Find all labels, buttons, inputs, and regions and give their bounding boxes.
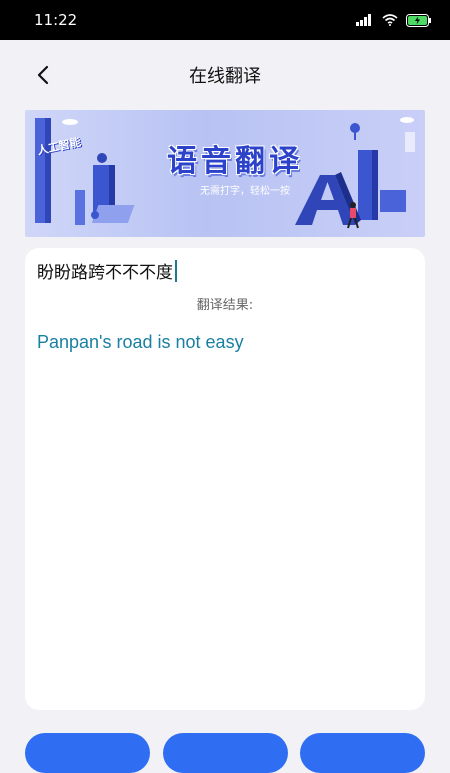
wifi-icon xyxy=(382,14,398,26)
battery-icon xyxy=(406,13,431,27)
banner-subtitle: 无需打字，轻松一按 xyxy=(200,186,290,197)
status-icons xyxy=(356,13,432,27)
chevron-left-icon xyxy=(37,65,49,85)
voice-translate-banner[interactable]: 人工智能 语音翻译 无需打字，轻松一按 xyxy=(25,110,425,237)
translation-card: 盼盼路跨不不不度 翻译结果: Panpan's road is not easy xyxy=(25,248,425,710)
text-cursor xyxy=(175,259,177,282)
result-label: 翻译结果: xyxy=(196,298,254,313)
status-time: 11:22 xyxy=(34,11,78,29)
status-bar: 11:22 xyxy=(0,0,450,40)
source-text-input[interactable]: 盼盼路跨不不不度 xyxy=(37,258,177,283)
bottom-button-2[interactable] xyxy=(163,733,288,773)
signal-icon xyxy=(356,14,371,26)
page-title: 在线翻译 xyxy=(189,66,261,87)
header: 在线翻译 xyxy=(0,40,450,110)
bottom-button-1[interactable] xyxy=(25,733,150,773)
back-button[interactable] xyxy=(30,62,56,88)
bottom-button-3[interactable] xyxy=(300,733,425,773)
source-text: 盼盼路跨不不不度 xyxy=(37,263,173,283)
result-text: Panpan's road is not easy xyxy=(37,332,244,352)
banner-title: 语音翻译 xyxy=(167,144,303,179)
